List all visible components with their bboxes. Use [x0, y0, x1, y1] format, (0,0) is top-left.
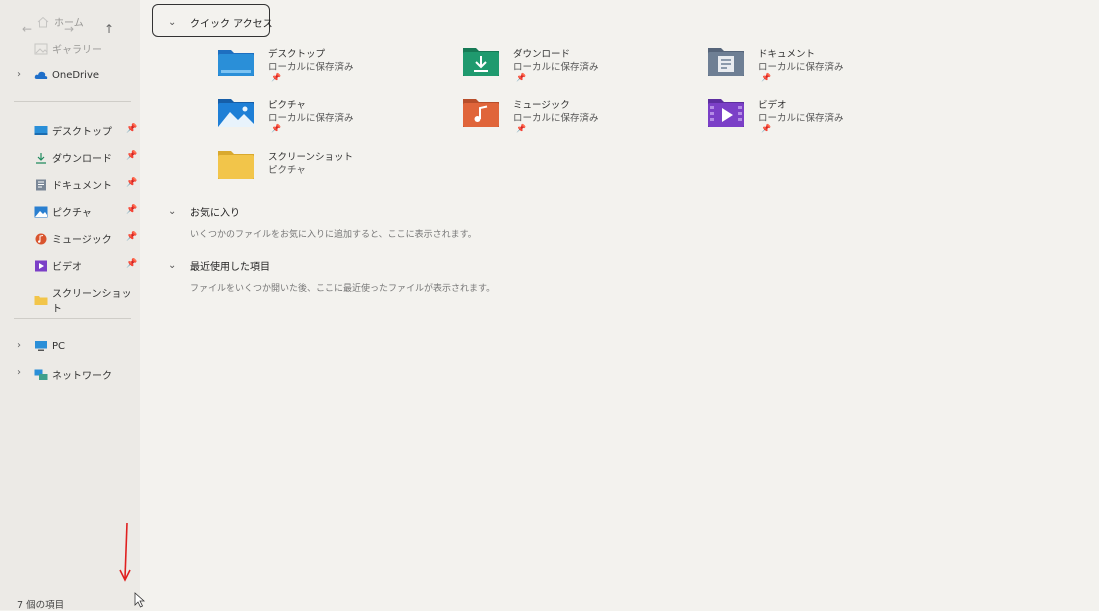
item-name: ビデオ: [758, 100, 787, 111]
sidebar-item-label: ビデオ: [52, 262, 82, 273]
screenshot-folder-icon: [218, 151, 254, 179]
chevron-right-icon[interactable]: ›: [17, 340, 21, 351]
video-folder-icon: [708, 99, 744, 127]
forward-button[interactable]: →: [64, 22, 74, 36]
sidebar-item-label: ピクチャ: [52, 208, 92, 219]
sidebar-item-label: ギャラリー: [52, 45, 102, 56]
section-title: お気に入り: [190, 208, 240, 219]
back-button[interactable]: ←: [22, 22, 32, 36]
video-icon: [35, 260, 47, 271]
pin-icon: 📌: [761, 73, 771, 82]
divider: [14, 101, 131, 102]
desktop-folder-icon: [218, 50, 254, 76]
sidebar-item-gallery[interactable]: ギャラリー: [34, 41, 102, 56]
favorites-header[interactable]: ⌄ お気に入り: [168, 204, 240, 219]
sidebar-item-label: デスクトップ: [52, 127, 112, 138]
chevron-down-icon: ⌄: [168, 206, 177, 217]
item-location: ローカルに保存済み: [513, 113, 599, 124]
computer-icon: [35, 341, 47, 351]
recent-empty-hint: ファイルをいくつか開いた後、ここに最近使ったファイルが表示されます。: [190, 284, 496, 294]
favorites-empty-hint: いくつかのファイルをお気に入りに追加すると、ここに表示されます。: [190, 230, 477, 240]
section-title: クイック アクセス: [190, 19, 273, 30]
item-location: ローカルに保存済み: [268, 113, 354, 124]
item-name: ピクチャ: [268, 100, 306, 111]
item-name: ドキュメント: [758, 49, 816, 60]
sidebar-item-onedrive[interactable]: OneDrive: [34, 69, 99, 81]
item-name: スクリーンショット: [268, 152, 354, 163]
network-icon: [34, 369, 48, 380]
red-arrow-annotation: [119, 522, 131, 582]
sidebar-item-desktop[interactable]: デスクトップ: [34, 123, 112, 138]
download-icon: [36, 152, 46, 164]
mouse-cursor-icon: [134, 592, 146, 608]
sidebar-item-label: ドキュメント: [52, 181, 112, 192]
pin-icon[interactable]: 📌: [126, 178, 137, 188]
pin-icon[interactable]: 📌: [126, 205, 137, 215]
cloud-icon: [34, 71, 48, 79]
item-location: ローカルに保存済み: [758, 113, 844, 124]
sidebar-item-screenshots[interactable]: スクリーンショット: [34, 285, 140, 315]
navigation-pane: ホーム ギャラリー ← → ↑ › OneDrive デスクトップ 📌 ダウンロ…: [0, 0, 140, 611]
section-title: 最近使用した項目: [190, 262, 270, 273]
home-icon: [37, 16, 49, 27]
sidebar-item-label: ダウンロード: [52, 154, 112, 165]
sidebar-item-label: ミュージック: [52, 235, 112, 246]
divider: [14, 318, 131, 319]
pin-icon: 📌: [271, 124, 281, 133]
item-location: ピクチャ: [268, 165, 306, 176]
pin-icon[interactable]: 📌: [126, 151, 137, 161]
sidebar-item-network[interactable]: ネットワーク: [34, 367, 112, 382]
sidebar-item-label: スクリーンショット: [52, 289, 132, 315]
pin-icon[interactable]: 📌: [126, 232, 137, 242]
sidebar-item-label: ネットワーク: [52, 371, 112, 382]
sidebar-item-pictures[interactable]: ピクチャ: [34, 204, 92, 219]
pin-icon: 📌: [271, 73, 281, 82]
document-folder-icon: [708, 48, 744, 76]
pin-icon[interactable]: 📌: [126, 259, 137, 269]
download-folder-icon: [463, 48, 499, 76]
pin-icon: 📌: [761, 124, 771, 133]
item-name: ダウンロード: [513, 49, 571, 60]
item-location: ローカルに保存済み: [268, 62, 354, 73]
sidebar-item-music[interactable]: ミュージック: [34, 231, 112, 246]
pin-icon: 📌: [516, 124, 526, 133]
sidebar-item-label: OneDrive: [52, 69, 100, 81]
sidebar-item-pc[interactable]: PC: [34, 340, 65, 352]
recent-header[interactable]: ⌄ 最近使用した項目: [168, 258, 270, 273]
item-name: デスクトップ: [268, 49, 326, 60]
desktop-icon: [34, 125, 48, 135]
quick-access-header[interactable]: ⌄ クイック アクセス: [168, 15, 273, 30]
pictures-icon: [34, 206, 48, 217]
chevron-down-icon: ⌄: [168, 17, 177, 28]
music-folder-icon: [463, 99, 499, 127]
sidebar-item-videos[interactable]: ビデオ: [34, 258, 82, 273]
folder-icon: [34, 296, 48, 305]
pin-icon: 📌: [516, 73, 526, 82]
gallery-icon: [34, 43, 48, 54]
item-location: ローカルに保存済み: [513, 62, 599, 73]
sidebar-item-home[interactable]: ホーム: [36, 14, 84, 29]
chevron-right-icon[interactable]: ›: [17, 367, 21, 378]
chevron-right-icon[interactable]: ›: [17, 69, 21, 80]
item-name: ミュージック: [513, 100, 570, 111]
music-icon: [35, 233, 47, 244]
item-location: ローカルに保存済み: [758, 62, 844, 73]
pin-icon[interactable]: 📌: [126, 124, 137, 134]
status-item-count: 7 個の項目: [17, 600, 65, 611]
pictures-folder-icon: [218, 99, 254, 127]
chevron-down-icon: ⌄: [168, 260, 177, 271]
sidebar-item-documents[interactable]: ドキュメント: [34, 177, 112, 192]
sidebar-item-downloads[interactable]: ダウンロード: [34, 150, 112, 165]
up-button[interactable]: ↑: [104, 22, 114, 36]
document-icon: [36, 179, 46, 190]
sidebar-item-label: PC: [52, 340, 66, 352]
